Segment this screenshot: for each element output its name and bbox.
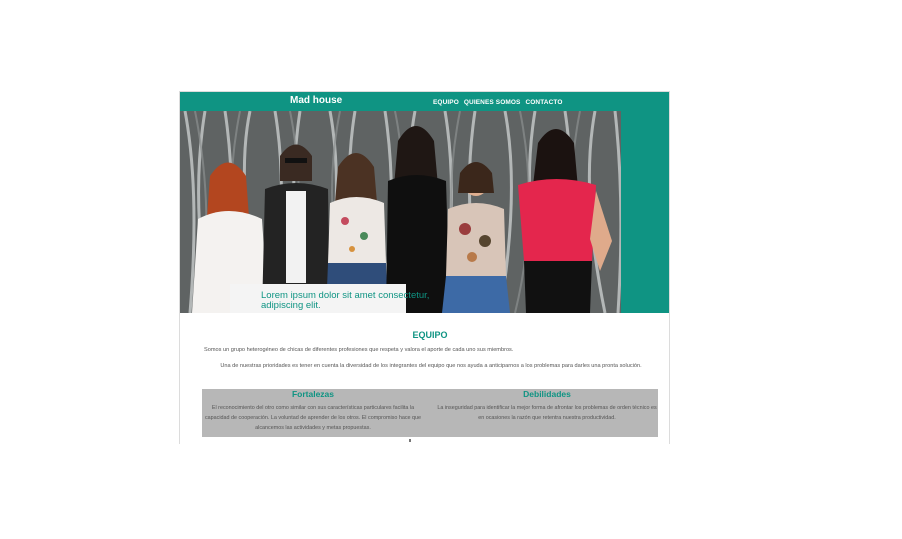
nav-link-quienes-somos[interactable]: QUIENES SOMOS — [464, 99, 521, 106]
section-title-equipo: EQUIPO — [412, 330, 448, 340]
hero-caption: Lorem ipsum dolor sit amet consectetur, … — [261, 290, 430, 311]
team-photo — [180, 111, 621, 313]
top-navigation-bar: Mad house EQUIPO QUIENES SOMOS CONTACTO — [180, 92, 669, 111]
divider-mark — [409, 439, 411, 442]
nav-link-contacto[interactable]: CONTACTO — [525, 99, 562, 106]
site-brand[interactable]: Mad house — [290, 95, 342, 106]
nav-menu: EQUIPO QUIENES SOMOS CONTACTO — [433, 99, 562, 106]
weaknesses-title: Debilidades — [523, 389, 571, 399]
nav-link-equipo[interactable]: EQUIPO — [433, 99, 459, 106]
weaknesses-text: La inseguridad para identificar la mejor… — [437, 405, 657, 421]
team-paragraph-2: Una de nuestras prioridades es tener en … — [220, 363, 642, 369]
team-paragraph-1: Somos un grupo heterogéneo de chicas de … — [204, 347, 514, 353]
website-page: Mad house EQUIPO QUIENES SOMOS CONTACTO — [179, 91, 670, 444]
team-photo-illustration — [180, 111, 621, 313]
hero-banner: Lorem ipsum dolor sit amet consectetur, … — [180, 111, 669, 313]
strengths-text: El reconocimiento del otro como similar … — [204, 405, 422, 431]
strengths-title: Fortalezas — [291, 389, 335, 399]
